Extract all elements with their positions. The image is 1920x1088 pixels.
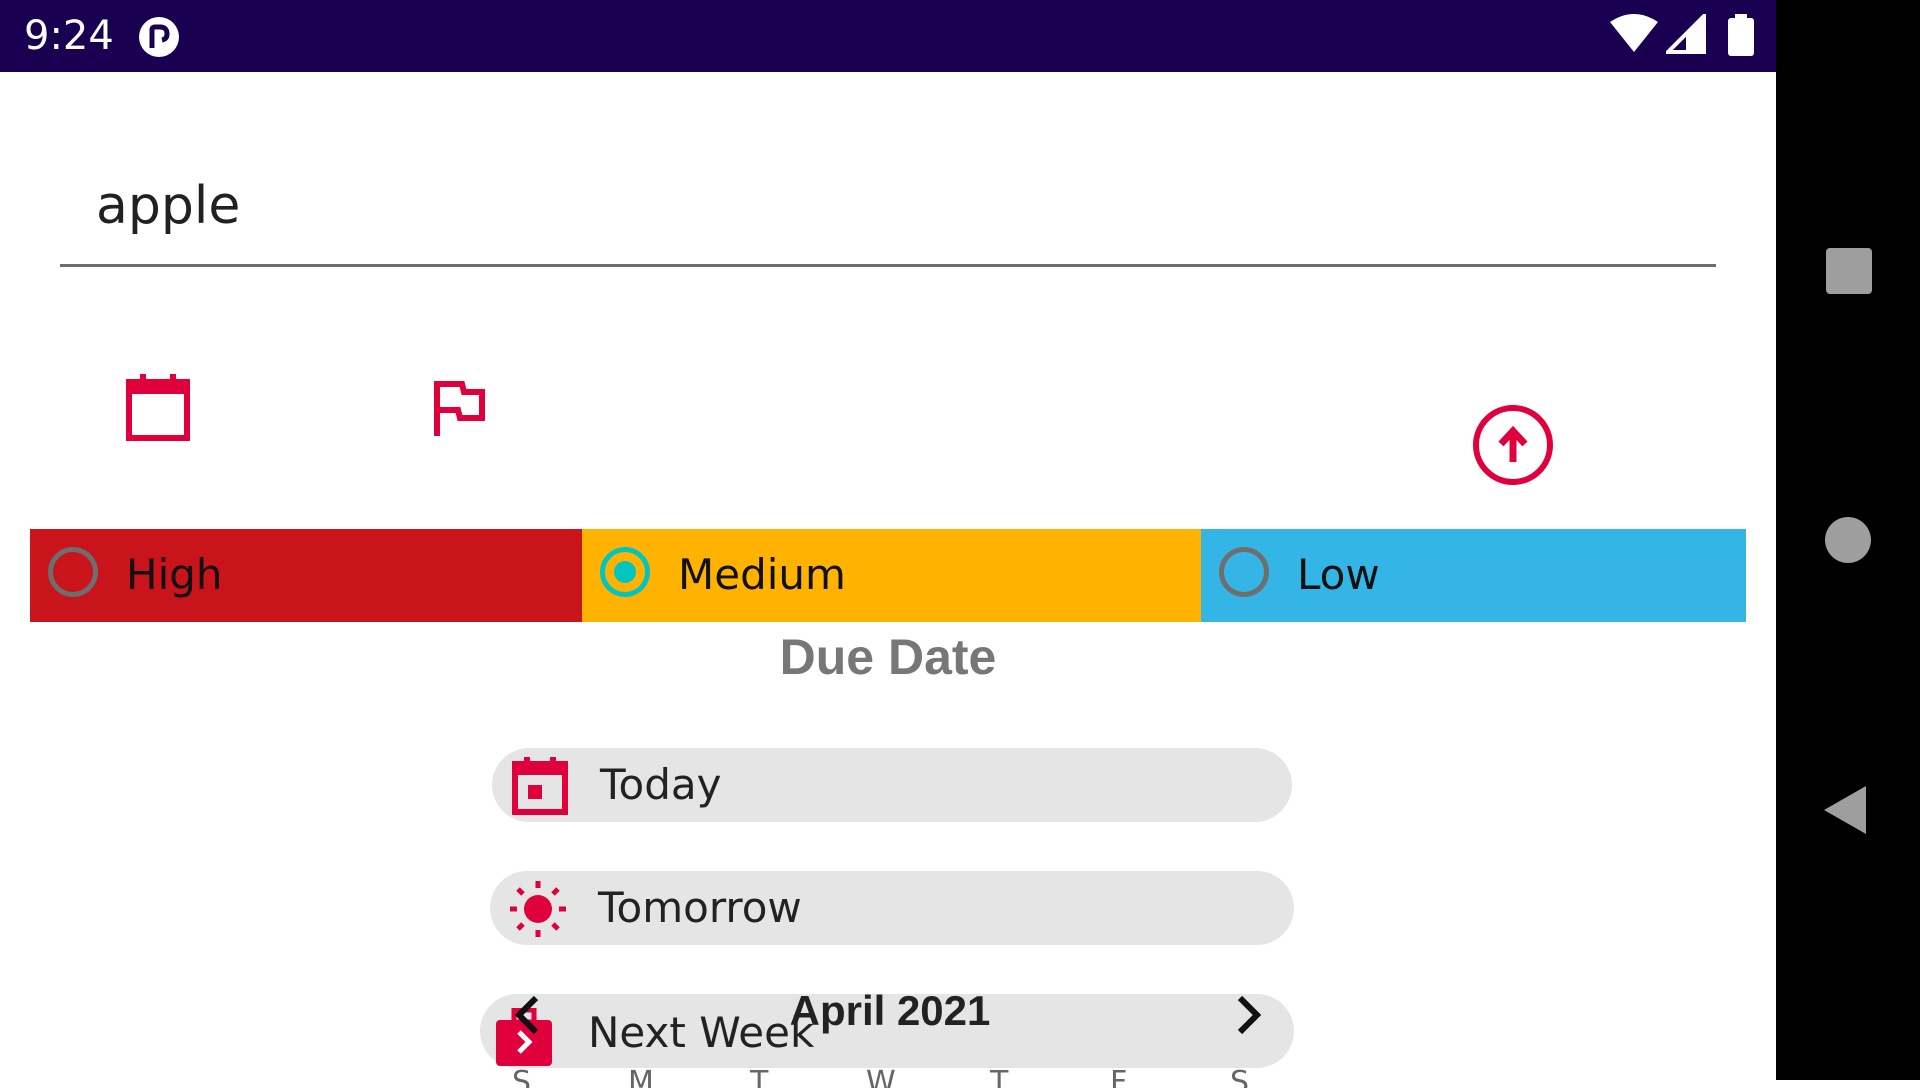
calendar-header: April 2021 xyxy=(480,980,1300,1052)
priority-option-low[interactable]: Low xyxy=(1201,529,1746,622)
weekday-label: S xyxy=(512,1068,532,1088)
calendar-weekday-row: S M T W T F S xyxy=(480,1068,1300,1088)
system-nav-bar xyxy=(1776,0,1920,1080)
priority-label: Medium xyxy=(678,550,846,599)
radio-button-selected xyxy=(600,547,650,597)
priority-option-medium[interactable]: Medium xyxy=(582,529,1201,622)
due-today-chip[interactable]: Today xyxy=(492,748,1292,822)
weekday-label: M xyxy=(628,1068,654,1088)
weekday-label: T xyxy=(750,1068,769,1088)
due-tomorrow-chip[interactable]: Tomorrow xyxy=(490,871,1294,945)
chevron-right-icon[interactable] xyxy=(1222,990,1272,1040)
weekday-label: T xyxy=(990,1068,1009,1088)
chip-label: Tomorrow xyxy=(598,883,802,932)
priority-label: High xyxy=(126,550,223,599)
calendar-month-title: April 2021 xyxy=(789,987,991,1034)
radio-button xyxy=(1219,547,1269,597)
priority-label: Low xyxy=(1297,550,1380,599)
back-triangle-icon[interactable] xyxy=(1776,750,1920,870)
calendar-today-icon xyxy=(512,757,568,815)
priority-selector: High Medium Low xyxy=(30,529,1746,622)
task-name-field[interactable]: apple xyxy=(60,160,1716,267)
due-date-title: Due Date xyxy=(779,629,997,685)
wifi-icon xyxy=(1610,14,1658,52)
battery-icon xyxy=(1728,14,1754,56)
weekday-label: S xyxy=(1230,1068,1250,1088)
notification-app-icon xyxy=(139,17,179,57)
recents-square-icon[interactable] xyxy=(1776,210,1920,330)
flag-icon[interactable] xyxy=(432,378,488,438)
send-up-arrow-icon[interactable] xyxy=(1470,402,1556,488)
cell-signal-icon xyxy=(1666,14,1706,54)
weekday-label: F xyxy=(1110,1068,1128,1088)
radio-button xyxy=(48,547,98,597)
sun-icon xyxy=(510,881,566,937)
status-time: 9:24 xyxy=(24,13,114,59)
task-name-value: apple xyxy=(96,176,241,236)
calendar-icon[interactable] xyxy=(124,372,194,444)
status-bar: 9:24 xyxy=(0,0,1776,72)
home-circle-icon[interactable] xyxy=(1776,480,1920,600)
weekday-label: W xyxy=(866,1068,896,1088)
chip-label: Today xyxy=(600,760,722,809)
priority-option-high[interactable]: High xyxy=(30,529,582,622)
